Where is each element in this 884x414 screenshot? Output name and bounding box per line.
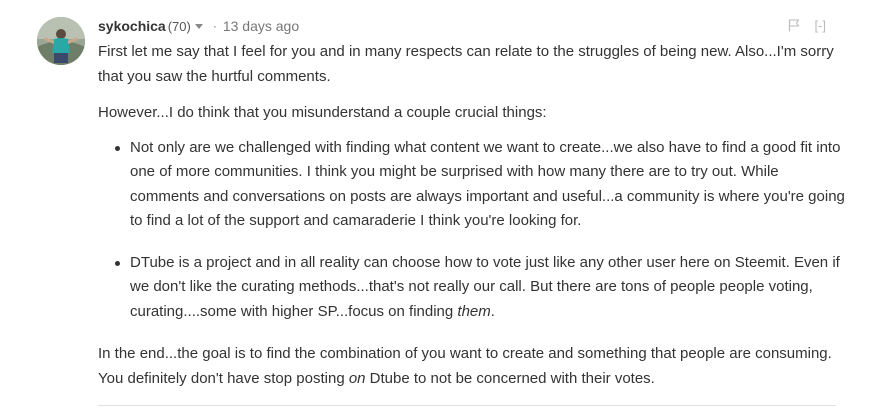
list-item-text-end: . bbox=[490, 302, 495, 320]
comment-paragraph: However...I do think that you misunderst… bbox=[98, 104, 547, 121]
emphasis-text: on bbox=[348, 369, 366, 387]
flag-icon[interactable] bbox=[788, 19, 800, 32]
separator-dot: · bbox=[212, 19, 217, 33]
list-item: Not only are we challenged with finding … bbox=[98, 136, 846, 234]
divider bbox=[98, 405, 836, 406]
comment-paragraph: In the end...the goal is to find the com… bbox=[98, 342, 846, 391]
author-name[interactable]: sykochica bbox=[98, 18, 166, 34]
bullet-list: Not only are we challenged with finding … bbox=[98, 136, 846, 325]
list-item-text: Not only are we challenged with finding … bbox=[130, 138, 845, 230]
comment-body: First let me say that I feel for you and… bbox=[98, 40, 846, 391]
paragraph-text-end: Dtube to not be concerned with their vot… bbox=[365, 369, 655, 387]
comment-header: sykochica (70) · 13 days ago bbox=[98, 16, 299, 36]
comment-timestamp[interactable]: 13 days ago bbox=[223, 18, 299, 34]
collapse-button[interactable]: [-] bbox=[814, 18, 826, 33]
emphasis-text: them bbox=[457, 302, 491, 320]
author-reputation: (70) bbox=[167, 18, 191, 34]
chevron-down-icon[interactable] bbox=[194, 23, 203, 29]
avatar-image bbox=[37, 17, 85, 65]
list-item: DTube is a project and in all reality ca… bbox=[98, 251, 846, 325]
comment-paragraph: First let me say that I feel for you and… bbox=[98, 43, 834, 85]
avatar[interactable] bbox=[37, 17, 85, 65]
comment-actions: [-] bbox=[788, 18, 826, 33]
